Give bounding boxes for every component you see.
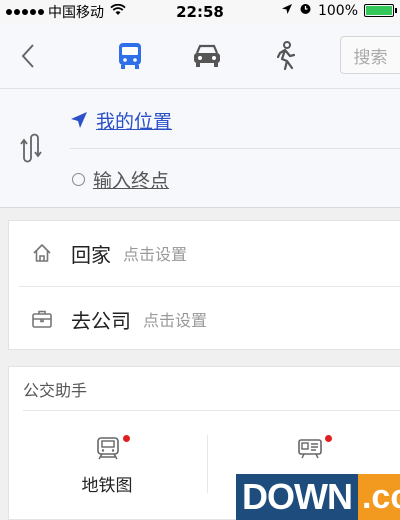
location-arrow-icon (71, 112, 87, 128)
alarm-icon (299, 2, 312, 19)
signal-strength-icon (6, 9, 44, 15)
go-work-item[interactable]: 去公司 点击设置 (9, 287, 400, 351)
car-icon (194, 44, 220, 67)
divider (23, 410, 400, 411)
battery-percent: 100% (317, 2, 358, 19)
divider (70, 148, 400, 149)
header: 搜索 (0, 24, 400, 88)
subway-map-label: 地铁图 (81, 476, 133, 496)
new-badge (123, 435, 130, 442)
divider (207, 435, 208, 493)
bus-assistant-title: 公交助手 (23, 381, 88, 400)
briefcase-icon (31, 308, 53, 330)
go-home-hint: 点击设置 (123, 245, 188, 264)
ticket-icon (298, 439, 322, 459)
go-work-label: 去公司 (71, 308, 131, 333)
location-arrow-icon (281, 3, 293, 19)
status-bar: 中国移动 22:58 100% (0, 0, 400, 24)
chevron-left-icon (21, 44, 34, 68)
favorites-card: 回家 点击设置 去公司 点击设置 (8, 220, 400, 350)
swap-route-icon[interactable] (20, 131, 46, 165)
go-work-hint: 点击设置 (143, 311, 208, 330)
wifi-icon (110, 3, 126, 20)
carrier-name: 中国移动 (48, 5, 104, 21)
end-row[interactable]: 输入终点 (70, 164, 169, 194)
watermark-suffix: .cc (357, 474, 400, 520)
home-icon (31, 242, 53, 264)
subway-map-button[interactable]: 地铁图 (47, 427, 167, 507)
start-location-link[interactable]: 我的位置 (96, 107, 172, 134)
go-home-item[interactable]: 回家 点击设置 (9, 221, 400, 285)
subway-map-icon (97, 437, 119, 460)
battery-icon (364, 4, 397, 17)
watermark-logo: DOWN .cc (236, 474, 400, 520)
walk-icon (276, 41, 296, 71)
tab-walk[interactable] (266, 38, 306, 74)
bus-icon (119, 43, 141, 69)
route-panel: 我的位置 输入终点 (0, 88, 400, 208)
search-button[interactable]: 搜索 (340, 36, 400, 74)
watermark-main: DOWN (236, 474, 358, 520)
tab-car[interactable] (187, 38, 227, 74)
new-badge (325, 435, 332, 442)
start-row[interactable]: 我的位置 (70, 105, 172, 135)
destination-input[interactable]: 输入终点 (93, 166, 169, 193)
tab-bus[interactable] (110, 38, 150, 74)
destination-circle-icon (72, 172, 85, 186)
back-button[interactable] (14, 40, 42, 72)
go-home-label: 回家 (71, 242, 111, 267)
